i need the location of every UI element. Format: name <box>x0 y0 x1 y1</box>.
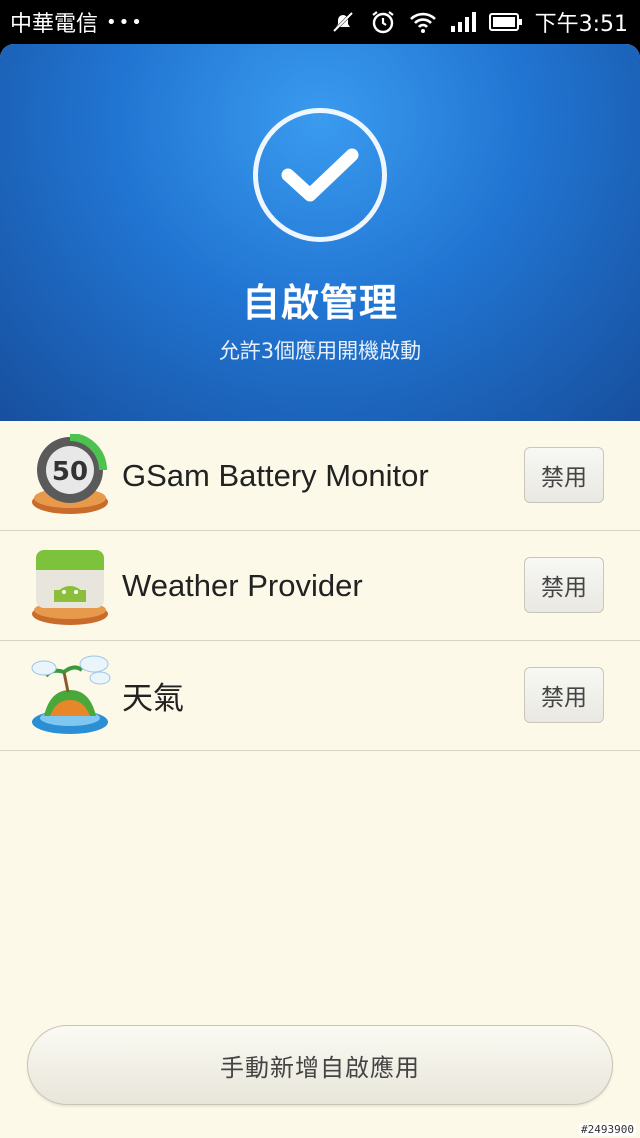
alarm-icon <box>369 8 397 36</box>
svg-text:50: 50 <box>52 457 88 487</box>
app-name: Weather Provider <box>122 567 363 603</box>
app-name: 天氣 <box>122 681 184 716</box>
carrier-name: 中華電信 <box>10 12 99 37</box>
autostart-manager-panel: 自啟管理 允許3個應用開機啟動 50 GSam Battery Monitor … <box>0 44 640 1138</box>
wifi-icon <box>409 8 437 36</box>
manual-add-autostart-button[interactable]: 手動新增自啟應用 <box>27 1025 613 1105</box>
checkmark-icon <box>253 108 387 242</box>
gsam-battery-icon: 50 <box>28 433 112 518</box>
signal-icon <box>449 8 477 36</box>
page-title: 自啟管理 <box>241 281 398 325</box>
app-list: 50 GSam Battery Monitor 禁用 Weather Provi… <box>0 421 640 751</box>
app-name: GSam Battery Monitor <box>122 457 429 493</box>
page-subtitle: 允許3個應用開機啟動 <box>218 339 422 363</box>
muted-icon <box>329 8 357 36</box>
status-bar: 中華電信 ••• 下午3:51 <box>0 0 640 44</box>
weather-provider-icon <box>28 544 112 628</box>
clock: 下午3:51 <box>534 12 628 37</box>
list-item: 50 GSam Battery Monitor 禁用 <box>0 421 640 531</box>
disable-button[interactable]: 禁用 <box>524 557 604 613</box>
disable-button[interactable]: 禁用 <box>524 447 604 503</box>
list-item: Weather Provider 禁用 <box>0 531 640 641</box>
hero-header: 自啟管理 允許3個應用開機啟動 <box>0 44 640 421</box>
battery-icon <box>488 8 523 36</box>
list-item: 天氣 禁用 <box>0 641 640 751</box>
notification-dots: ••• <box>106 11 144 33</box>
watermark: #2493900 <box>579 1123 636 1136</box>
disable-button[interactable]: 禁用 <box>524 667 604 723</box>
weather-island-icon <box>28 654 112 738</box>
